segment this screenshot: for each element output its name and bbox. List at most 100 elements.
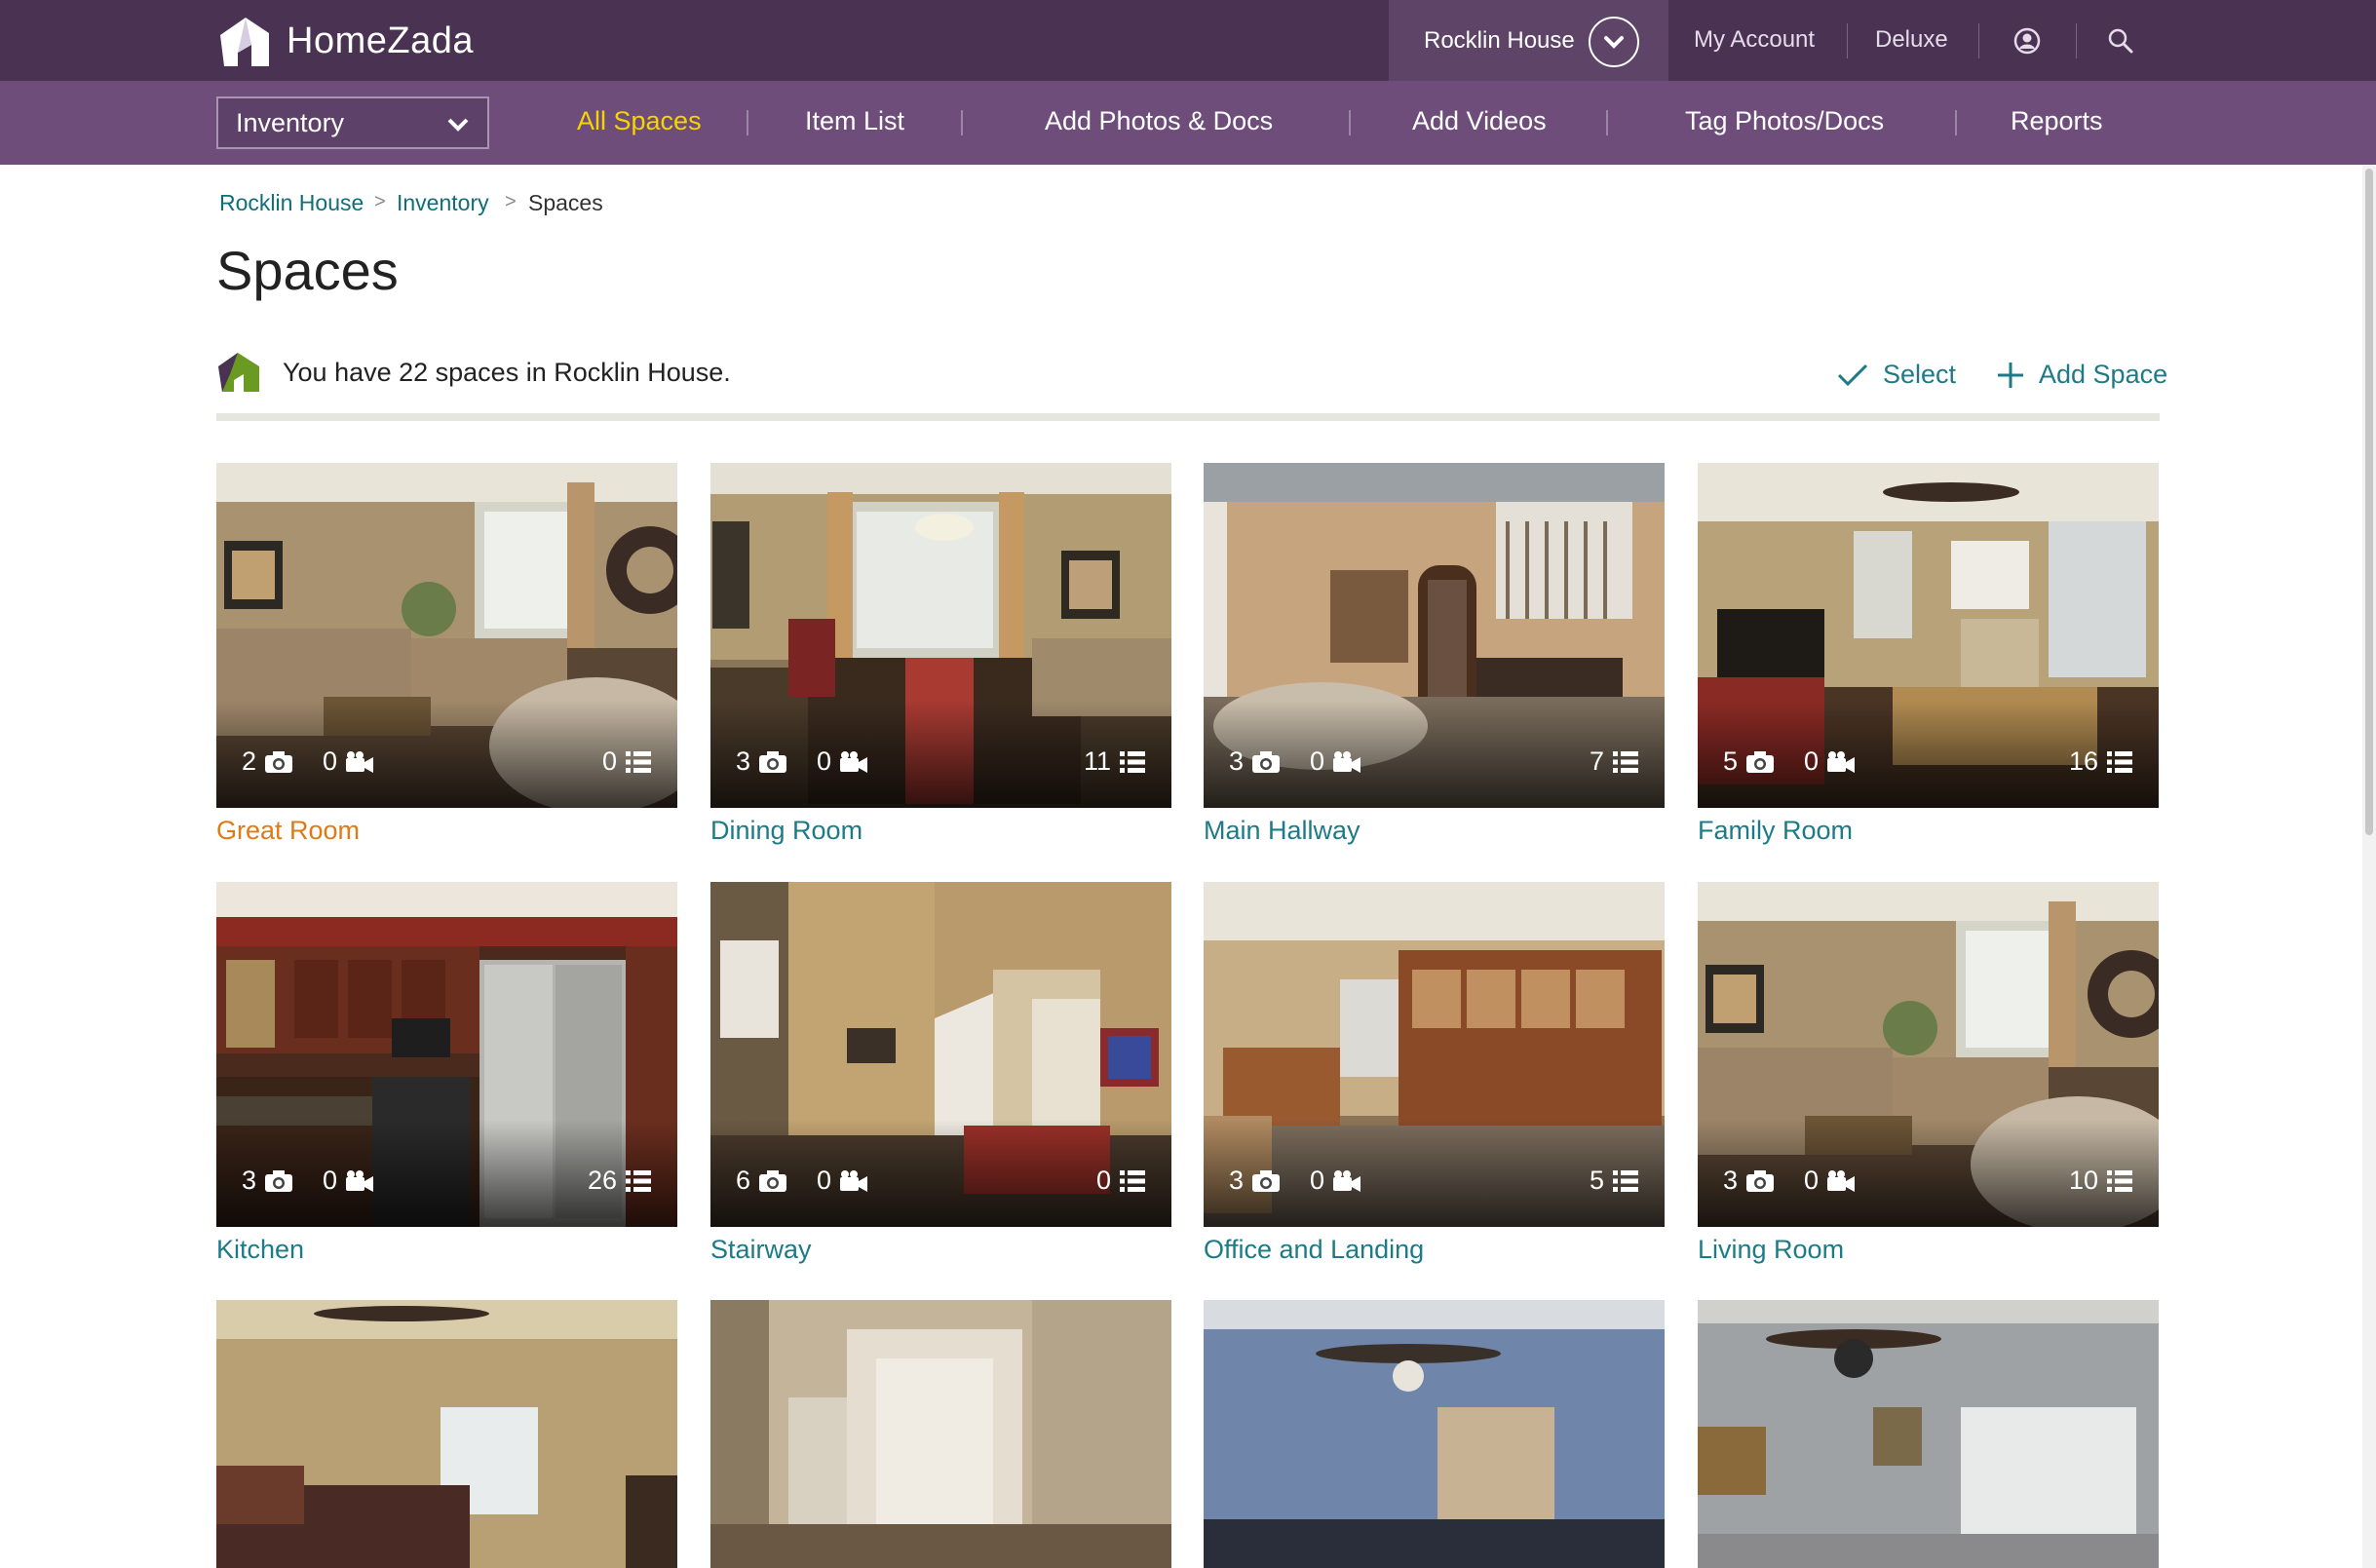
space-photo[interactable] xyxy=(1204,1300,1665,1568)
plan-link[interactable]: Deluxe xyxy=(1875,26,1948,54)
space-stats: 3 0 7 xyxy=(1229,746,1639,777)
space-photo[interactable]: 3 0 10 xyxy=(1698,882,2159,1227)
space-photo[interactable] xyxy=(710,1300,1171,1568)
photo-count: 5 xyxy=(1723,746,1775,777)
homezada-logo[interactable]: HomeZada xyxy=(216,14,474,68)
scrollbar-thumb[interactable] xyxy=(2365,169,2373,835)
nav-all-spaces[interactable]: All Spaces xyxy=(577,106,702,136)
divider xyxy=(216,413,2160,421)
space-title[interactable]: Living Room xyxy=(1698,1235,2159,1265)
space-card[interactable] xyxy=(216,1300,677,1568)
nav-add-photos-docs[interactable]: Add Photos & Docs xyxy=(1045,106,1273,136)
list-icon xyxy=(626,750,651,773)
space-count-text: You have 22 spaces in Rocklin House. xyxy=(283,357,731,387)
item-count: 0 xyxy=(1096,1166,1146,1196)
nav-tag-photos-docs[interactable]: Tag Photos/Docs xyxy=(1685,106,1884,136)
video-count: 0 xyxy=(1804,1166,1856,1196)
photo-count: 3 xyxy=(1229,1166,1281,1196)
video-count: 0 xyxy=(323,1166,374,1196)
item-count: 5 xyxy=(1590,1166,1639,1196)
module-nav: Inventory All Spaces Item List Add Photo… xyxy=(0,81,2376,165)
space-photo[interactable]: 2 0 0 xyxy=(216,463,677,808)
space-title[interactable]: Dining Room xyxy=(710,816,1171,846)
divider xyxy=(747,110,748,135)
house-selector[interactable]: Rocklin House xyxy=(1389,0,1668,81)
space-photo[interactable]: 3 0 5 xyxy=(1204,882,1665,1227)
camera-icon xyxy=(1746,750,1775,773)
space-card[interactable] xyxy=(1698,1300,2159,1568)
space-card[interactable] xyxy=(1204,1300,1665,1568)
space-card-office-and-landing[interactable]: 3 0 5 Office and Landing xyxy=(1204,882,1665,1265)
space-photo[interactable]: 5 0 16 xyxy=(1698,463,2159,808)
divider xyxy=(2076,23,2077,58)
breadcrumb-rocklin-house[interactable]: Rocklin House xyxy=(219,190,364,216)
space-card[interactable] xyxy=(710,1300,1171,1568)
space-stats: 3 0 11 xyxy=(736,746,1146,777)
space-stats: 3 0 26 xyxy=(242,1166,652,1196)
nav-item-list[interactable]: Item List xyxy=(805,106,904,136)
space-stats: 6 0 0 xyxy=(736,1166,1146,1196)
house-selector-label: Rocklin House xyxy=(1424,26,1575,54)
summary-bar: You have 22 spaces in Rocklin House. xyxy=(216,351,731,394)
space-photo[interactable] xyxy=(1698,1300,2159,1568)
space-stats: 5 0 16 xyxy=(1723,746,2133,777)
video-count: 0 xyxy=(1310,1166,1361,1196)
space-stats: 3 0 5 xyxy=(1229,1166,1639,1196)
breadcrumb-spaces: Spaces xyxy=(528,190,603,215)
list-icon xyxy=(1120,750,1145,773)
space-title[interactable]: Stairway xyxy=(710,1235,1171,1265)
space-photo[interactable]: 3 0 11 xyxy=(710,463,1171,808)
video-camera-icon xyxy=(1333,750,1361,773)
camera-icon xyxy=(1252,1169,1281,1192)
breadcrumb-separator: > xyxy=(505,191,517,212)
item-count: 11 xyxy=(1084,746,1146,777)
chevron-down-icon[interactable] xyxy=(1589,17,1639,67)
my-account-link[interactable]: My Account xyxy=(1694,26,1815,54)
camera-icon xyxy=(265,750,293,773)
page-scrollbar[interactable] xyxy=(2362,165,2376,1568)
user-icon[interactable] xyxy=(2010,23,2045,58)
space-title[interactable]: Kitchen xyxy=(216,1235,677,1265)
add-space-button[interactable]: Add Space xyxy=(1996,360,2167,390)
chevron-down-icon xyxy=(446,112,470,142)
page-title: Spaces xyxy=(216,240,399,301)
nav-reports[interactable]: Reports xyxy=(2011,106,2103,136)
space-card-kitchen[interactable]: 3 0 26 Kitchen xyxy=(216,882,677,1265)
photo-count: 3 xyxy=(242,1166,293,1196)
space-card-stairway[interactable]: 6 0 0 Stairway xyxy=(710,882,1171,1265)
space-photo[interactable]: 3 0 7 xyxy=(1204,463,1665,808)
house-badge-icon xyxy=(218,353,259,392)
list-icon xyxy=(1613,750,1638,773)
module-select[interactable]: Inventory xyxy=(216,96,489,149)
photo-count: 2 xyxy=(242,746,293,777)
nav-add-videos[interactable]: Add Videos xyxy=(1412,106,1547,136)
divider xyxy=(1955,110,1957,135)
search-icon[interactable] xyxy=(2103,23,2138,58)
video-count: 0 xyxy=(817,1166,868,1196)
add-space-label: Add Space xyxy=(2039,360,2168,389)
space-card-main-hallway[interactable]: 3 0 7 Main Hallway xyxy=(1204,463,1665,846)
breadcrumb-inventory[interactable]: Inventory xyxy=(397,190,489,216)
divider xyxy=(1847,23,1848,58)
space-photo[interactable]: 6 0 0 xyxy=(710,882,1171,1227)
divider xyxy=(1606,110,1608,135)
plus-icon xyxy=(1998,362,2023,388)
video-camera-icon xyxy=(840,1169,868,1192)
video-camera-icon xyxy=(1333,1169,1361,1192)
item-count: 16 xyxy=(2069,746,2133,777)
space-title[interactable]: Office and Landing xyxy=(1204,1235,1665,1265)
space-title[interactable]: Main Hallway xyxy=(1204,816,1665,846)
space-title[interactable]: Family Room xyxy=(1698,816,2159,846)
space-photo[interactable]: 3 0 26 xyxy=(216,882,677,1227)
space-card-great-room[interactable]: 2 0 0 Great Room xyxy=(216,463,677,846)
space-card-dining-room[interactable]: 3 0 11 Dining Room xyxy=(710,463,1171,846)
space-card-family-room[interactable]: 5 0 16 Family Room xyxy=(1698,463,2159,846)
select-button[interactable]: Select xyxy=(1836,360,1956,390)
space-card-living-room[interactable]: 3 0 10 Living Room xyxy=(1698,882,2159,1265)
breadcrumb-separator: > xyxy=(374,191,386,212)
item-count: 7 xyxy=(1590,746,1639,777)
space-title[interactable]: Great Room xyxy=(216,816,677,846)
space-photo[interactable] xyxy=(216,1300,677,1568)
space-stats: 3 0 10 xyxy=(1723,1166,2133,1196)
video-camera-icon xyxy=(346,1169,374,1192)
